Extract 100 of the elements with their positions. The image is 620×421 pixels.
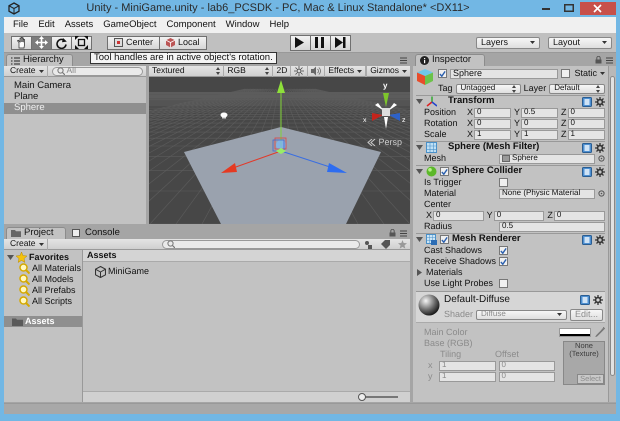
triangle-icon[interactable] <box>7 254 14 261</box>
menu-item[interactable]: Edit <box>33 20 60 30</box>
menu-item[interactable]: Component <box>162 20 221 30</box>
gear-icon[interactable] <box>593 294 603 304</box>
number-field[interactable]: 1 <box>474 130 511 140</box>
number-field[interactable]: 0.5 <box>499 222 605 232</box>
chevron-icon[interactable] <box>367 139 376 146</box>
tool-button[interactable] <box>11 36 32 50</box>
rotation-mode-button[interactable]: Local <box>159 36 207 50</box>
triangle-icon[interactable] <box>416 168 423 175</box>
panel-tab[interactable]: Project <box>6 227 66 239</box>
hierarchy-item[interactable]: Plane <box>4 92 146 103</box>
view-label[interactable]: Persp <box>378 138 402 148</box>
menu-item[interactable]: Help <box>264 20 294 30</box>
up-down-arrows-icon <box>512 84 516 92</box>
target-icon[interactable] <box>598 155 605 162</box>
number-field[interactable]: 0 <box>568 118 605 128</box>
target-icon[interactable] <box>598 190 605 197</box>
help-icon[interactable] <box>582 142 592 152</box>
search-field[interactable] <box>162 240 360 248</box>
checkbox[interactable] <box>499 246 508 255</box>
tool-button[interactable] <box>71 36 92 50</box>
tag-dropdown[interactable]: Untagged <box>456 84 521 94</box>
number-field[interactable]: 1 <box>521 130 558 140</box>
lock-icon[interactable] <box>389 229 396 237</box>
number-field[interactable]: 0 <box>474 118 511 128</box>
create-dropdown[interactable]: Create <box>7 66 48 76</box>
gear-icon[interactable] <box>595 166 605 176</box>
menu-item[interactable]: Window <box>220 20 264 30</box>
tree-item[interactable]: Favorites <box>4 252 82 263</box>
close-button[interactable] <box>580 2 616 15</box>
number-field[interactable]: 0 <box>433 210 484 220</box>
tree-item[interactable]: All Models <box>4 274 82 285</box>
checkbox[interactable] <box>440 167 449 176</box>
star-icon[interactable] <box>398 240 407 248</box>
gear-icon[interactable] <box>595 96 605 106</box>
number-field[interactable]: 0 <box>521 118 558 128</box>
step-button[interactable] <box>330 34 351 50</box>
triangle-icon[interactable] <box>416 98 423 105</box>
checkbox[interactable] <box>561 68 570 78</box>
menu-icon[interactable] <box>400 230 407 236</box>
number-field[interactable]: 0 <box>568 108 605 118</box>
checkbox[interactable] <box>438 69 447 78</box>
menu-icon[interactable] <box>606 56 613 64</box>
menu-item[interactable]: File <box>8 20 34 30</box>
asset-item[interactable]: MiniGame <box>83 266 410 278</box>
checkbox[interactable] <box>499 257 508 266</box>
checkbox[interactable] <box>499 279 508 288</box>
panel-tab[interactable]: Console <box>68 227 128 239</box>
layout-dropdown[interactable]: Layout <box>548 36 612 48</box>
play-button[interactable] <box>290 34 311 50</box>
tree-item[interactable]: All Prefabs <box>4 285 82 296</box>
tree-item[interactable]: All Materials <box>4 263 82 274</box>
object-field[interactable]: None (Physic Material <box>499 188 595 198</box>
help-icon[interactable] <box>580 294 590 304</box>
menu-icon[interactable] <box>400 56 407 64</box>
menu-item[interactable]: GameObject <box>98 20 162 30</box>
breadcrumb-path[interactable]: Assets <box>83 250 410 262</box>
orientation-gizmo-drawing[interactable] <box>372 93 400 129</box>
number-field[interactable]: 0 <box>494 210 544 220</box>
gear-icon[interactable] <box>595 142 605 152</box>
color-swatch[interactable] <box>559 328 591 336</box>
number-field[interactable]: 0 <box>474 108 511 118</box>
lock-icon[interactable] <box>595 56 602 64</box>
name-field[interactable]: Sphere <box>450 68 558 78</box>
axis-label: Z <box>561 118 566 128</box>
eyedropper-icon[interactable] <box>595 327 605 337</box>
tool-button[interactable] <box>51 36 72 50</box>
help-icon[interactable] <box>582 166 592 176</box>
triangle-icon[interactable] <box>416 236 423 243</box>
number-field[interactable]: 0.5 <box>521 108 558 118</box>
filter-type-icon[interactable] <box>364 240 373 248</box>
gear-icon[interactable] <box>595 234 605 244</box>
hierarchy-item[interactable]: Main Camera <box>4 81 146 92</box>
tree-item[interactable]: All Scripts <box>4 296 82 307</box>
inspector-tab[interactable]: Inspector <box>415 54 485 66</box>
number-field[interactable]: 1 <box>568 130 605 140</box>
slider-thumb[interactable] <box>358 393 366 401</box>
plane-drawing[interactable] <box>184 127 381 224</box>
help-icon[interactable] <box>582 234 592 244</box>
checkbox[interactable] <box>499 178 508 187</box>
create-dropdown[interactable]: Create <box>7 238 48 250</box>
light-icon[interactable] <box>220 112 228 118</box>
checkbox[interactable] <box>440 235 449 244</box>
layer-dropdown[interactable]: Default <box>549 84 605 94</box>
triangle-icon[interactable] <box>416 269 423 276</box>
triangle-icon[interactable] <box>416 144 423 151</box>
pause-button[interactable] <box>310 34 331 50</box>
renderer-icon <box>426 234 437 245</box>
scrollbar-thumb[interactable] <box>610 76 615 376</box>
move-gizmo-drawing[interactable] <box>221 80 347 173</box>
number-field[interactable]: 0 <box>554 210 606 220</box>
object-field[interactable]: Sphere <box>499 154 595 164</box>
scrollbar[interactable] <box>608 66 616 402</box>
menu-item[interactable]: Assets <box>60 20 98 30</box>
pivot-mode-button[interactable]: Center <box>107 36 160 50</box>
property-label: Receive Shadows <box>423 256 496 266</box>
layers-dropdown[interactable]: Layers <box>476 36 540 48</box>
help-icon[interactable] <box>582 96 592 106</box>
hierarchy-tab[interactable]: Hierarchy <box>6 54 73 66</box>
